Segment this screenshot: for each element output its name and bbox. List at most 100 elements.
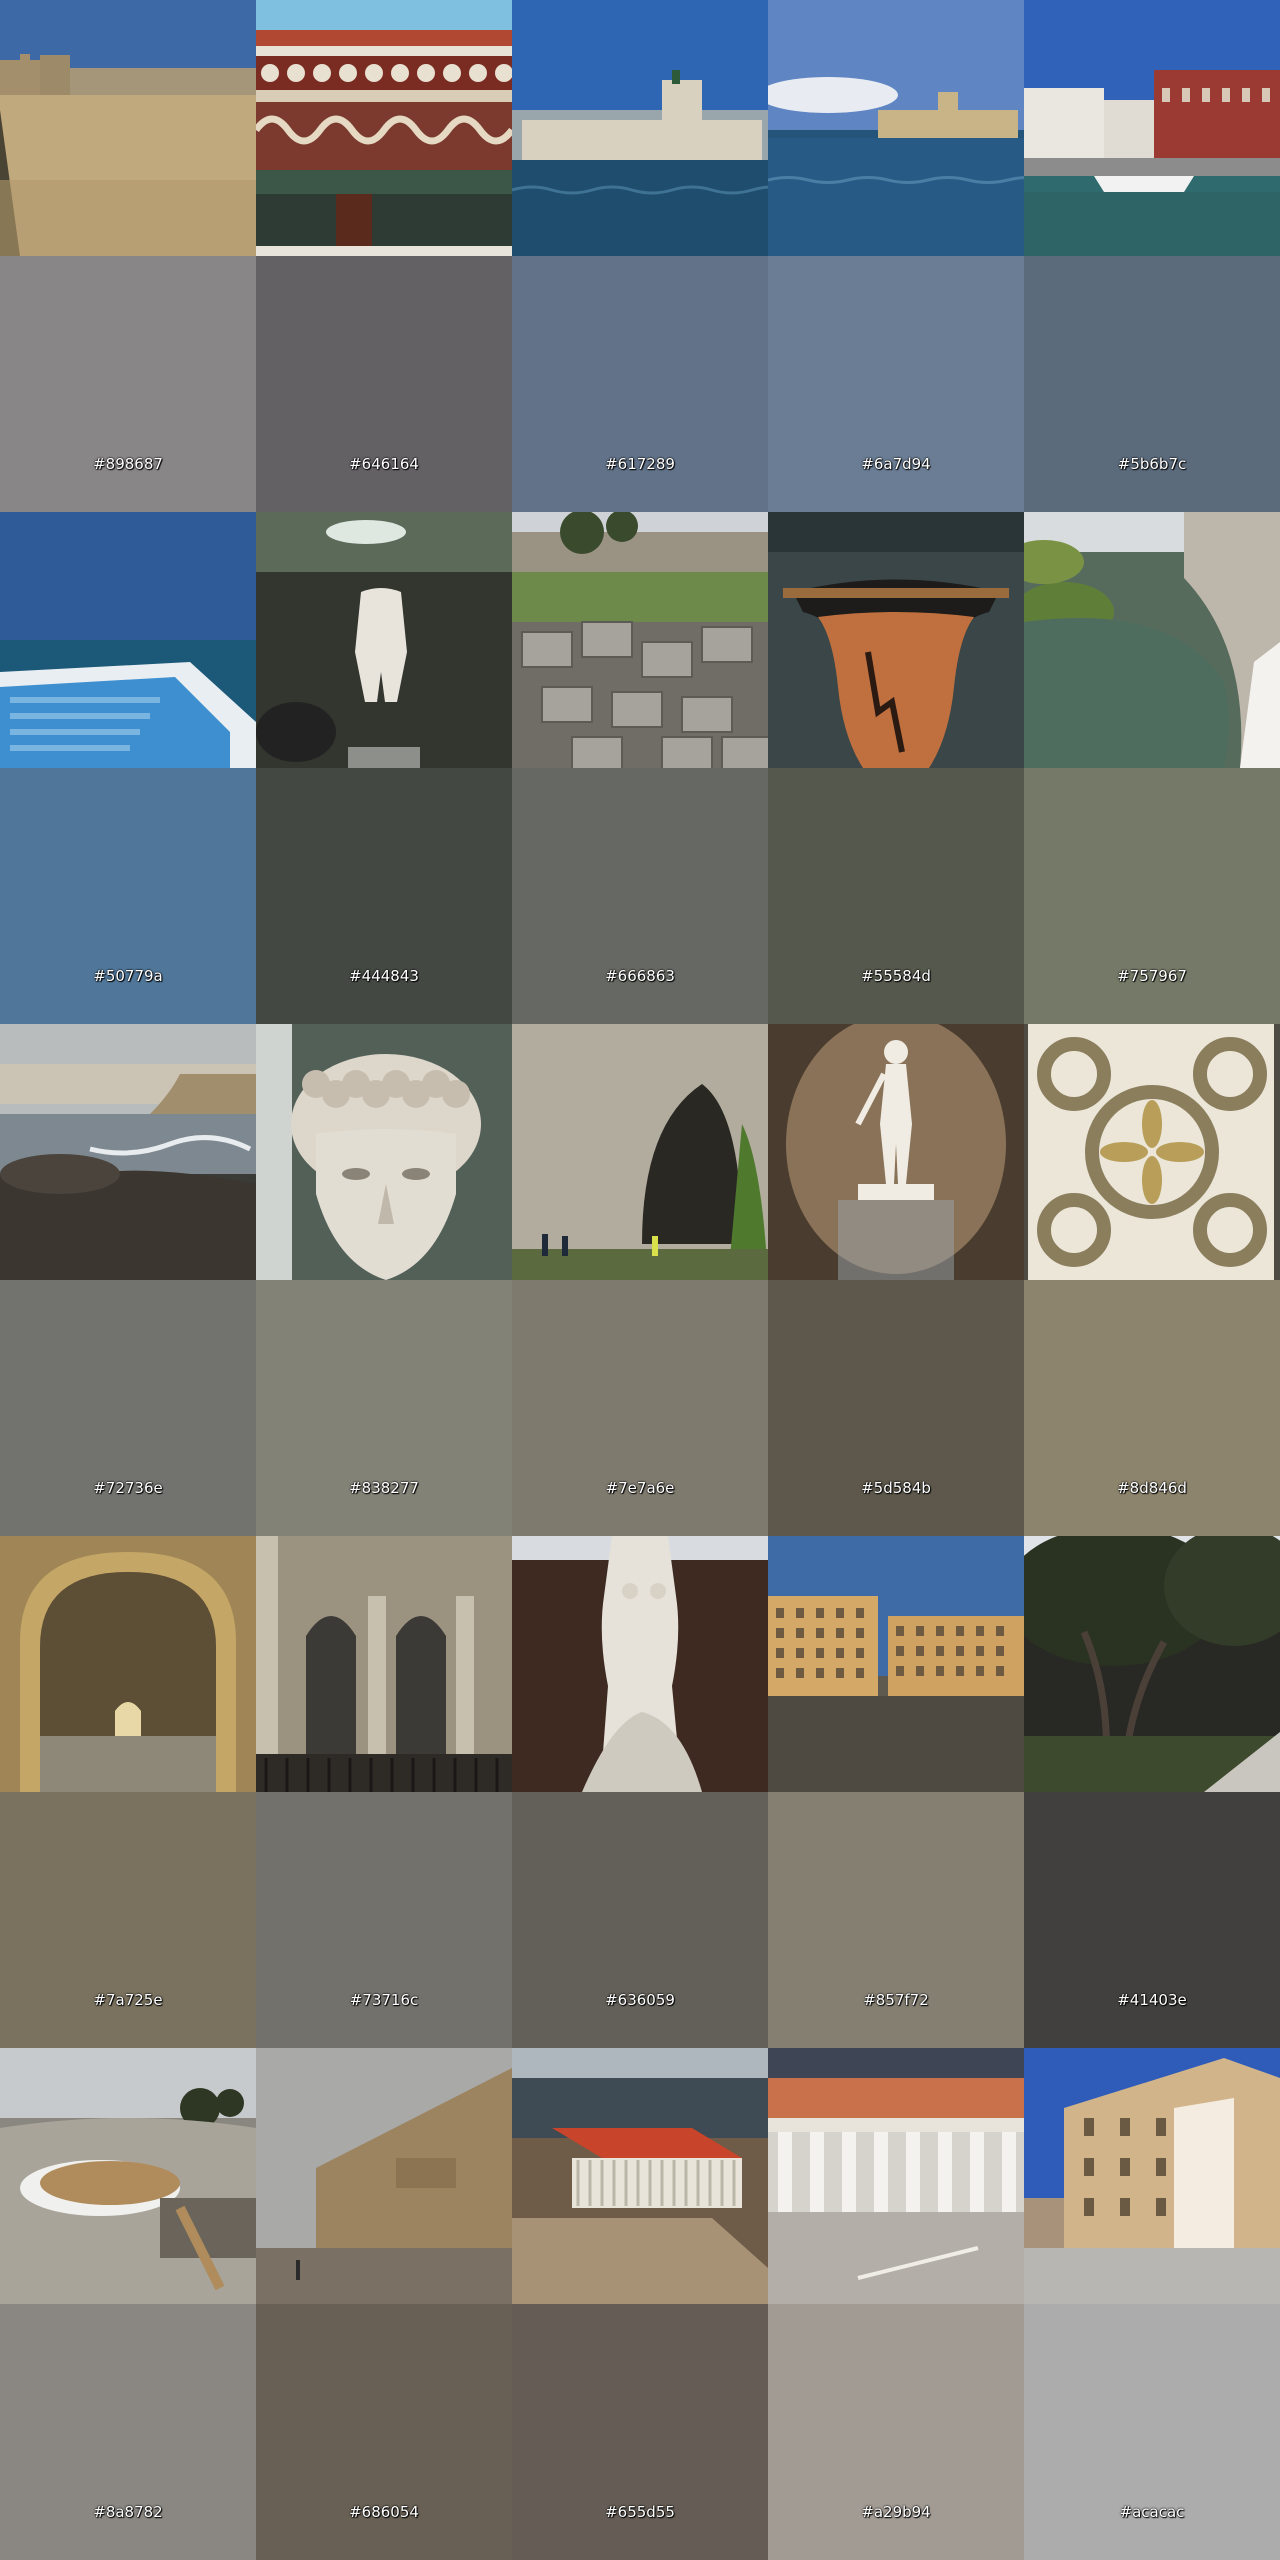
palette-tile: #857f72 xyxy=(768,1536,1024,2048)
head-photo xyxy=(256,1024,512,1280)
color-swatch: #857f72 xyxy=(768,1792,1024,2048)
color-swatch: #757967 xyxy=(1024,768,1280,1024)
palette-tile: #8d846d xyxy=(1024,1024,1280,1536)
colonnade-photo xyxy=(768,2048,1024,2304)
mosaic-photo xyxy=(1024,1024,1280,1280)
hex-code-label: #655d55 xyxy=(605,2503,675,2521)
palette-tile: #a29b94 xyxy=(768,2048,1024,2560)
piazza-photo xyxy=(768,1536,1024,1792)
palette-tile: #acacac xyxy=(1024,2048,1280,2560)
hex-code-label: #636059 xyxy=(605,1991,675,2009)
hex-code-label: #838277 xyxy=(349,1479,419,1497)
palette-tile: #646164 xyxy=(256,0,512,512)
color-swatch: #6a7d94 xyxy=(768,256,1024,512)
hex-code-label: #617289 xyxy=(605,455,675,473)
color-swatch: #50779a xyxy=(0,768,256,1024)
color-swatch: #636059 xyxy=(512,1792,768,2048)
hex-code-label: #7e7a6e xyxy=(605,1479,675,1497)
pool-photo xyxy=(1024,512,1280,768)
color-swatch: #617289 xyxy=(512,256,768,512)
palette-tile: #686054 xyxy=(256,2048,512,2560)
hex-code-label: #41403e xyxy=(1117,1991,1187,2009)
hex-code-label: #7a725e xyxy=(93,1991,163,2009)
hex-code-label: #50779a xyxy=(93,967,163,985)
palette-tile: #8a8782 xyxy=(0,2048,256,2560)
hex-code-label: #5d584b xyxy=(861,1479,931,1497)
statue-photo xyxy=(768,1024,1024,1280)
color-swatch: #acacac xyxy=(1024,2304,1280,2560)
hex-code-label: #72736e xyxy=(93,1479,163,1497)
palette-tile: #6a7d94 xyxy=(768,0,1024,512)
trees-photo xyxy=(1024,1536,1280,1792)
palette-tile: #5b6b7c xyxy=(1024,0,1280,512)
temple-model-photo xyxy=(512,2048,768,2304)
hex-code-label: #8a8782 xyxy=(93,2503,163,2521)
palette-tile: #757967 xyxy=(1024,512,1280,1024)
hex-code-label: #686054 xyxy=(349,2503,419,2521)
palette-tile: #838277 xyxy=(256,1024,512,1536)
color-swatch: #7e7a6e xyxy=(512,1280,768,1536)
palazzo-photo xyxy=(1024,2048,1280,2304)
color-swatch: #41403e xyxy=(1024,1792,1280,2048)
hex-code-label: #444843 xyxy=(349,967,419,985)
palette-tile: #898687 xyxy=(0,0,256,512)
palette-tile: #73716c xyxy=(256,1536,512,2048)
palette-tile: #636059 xyxy=(512,1536,768,2048)
color-swatch: #646164 xyxy=(256,256,512,512)
hex-code-label: #a29b94 xyxy=(861,2503,931,2521)
color-swatch: #686054 xyxy=(256,2304,512,2560)
arch-photo xyxy=(0,1536,256,1792)
palette-tile: #55584d xyxy=(768,512,1024,1024)
vase-photo xyxy=(768,512,1024,768)
color-swatch: #73716c xyxy=(256,1792,512,2048)
statue-photo xyxy=(256,512,512,768)
harbor-photo xyxy=(1024,0,1280,256)
color-swatch: #72736e xyxy=(0,1280,256,1536)
frieze-photo xyxy=(256,0,512,256)
hex-code-label: #898687 xyxy=(93,455,163,473)
church-wall-photo xyxy=(256,2048,512,2304)
hex-code-label: #55584d xyxy=(861,967,931,985)
palette-tile: #666863 xyxy=(512,512,768,1024)
distant-castle-photo xyxy=(768,0,1024,256)
hex-code-label: #757967 xyxy=(1117,967,1187,985)
color-swatch: #7a725e xyxy=(0,1792,256,2048)
palette-tile: #444843 xyxy=(256,512,512,1024)
hex-code-label: #646164 xyxy=(349,455,419,473)
color-swatch: #444843 xyxy=(256,768,512,1024)
color-swatch: #5d584b xyxy=(768,1280,1024,1536)
color-swatch: #8d846d xyxy=(1024,1280,1280,1536)
coast-photo xyxy=(0,1024,256,1280)
hex-code-label: #5b6b7c xyxy=(1117,455,1187,473)
color-swatch: #898687 xyxy=(0,256,256,512)
palette-tile: #72736e xyxy=(0,1024,256,1536)
color-swatch: #55584d xyxy=(768,768,1024,1024)
color-swatch: #8a8782 xyxy=(0,2304,256,2560)
boat-photo xyxy=(0,512,256,768)
hex-code-label: #666863 xyxy=(605,967,675,985)
palette-tile: #655d55 xyxy=(512,2048,768,2560)
photo-palette-grid: #898687 #646164 #617289 #6a7d94 #5b6b7c … xyxy=(0,0,1280,2560)
color-swatch: #a29b94 xyxy=(768,2304,1024,2560)
color-swatch: #655d55 xyxy=(512,2304,768,2560)
palette-tile: #617289 xyxy=(512,0,768,512)
color-swatch: #5b6b7c xyxy=(1024,256,1280,512)
hex-code-label: #8d846d xyxy=(1117,1479,1187,1497)
cathedral-photo xyxy=(256,1536,512,1792)
palette-tile: #7e7a6e xyxy=(512,1024,768,1536)
cave-photo xyxy=(512,1024,768,1280)
palette-tile: #5d584b xyxy=(768,1024,1024,1536)
palette-tile: #50779a xyxy=(0,512,256,1024)
hex-code-label: #857f72 xyxy=(863,1991,929,2009)
theater-photo xyxy=(0,2048,256,2304)
palette-tile: #41403e xyxy=(1024,1536,1280,2048)
color-swatch: #838277 xyxy=(256,1280,512,1536)
venus-statue-photo xyxy=(512,1536,768,1792)
hex-code-label: #73716c xyxy=(349,1991,419,2009)
hex-code-label: #acacac xyxy=(1119,2503,1185,2521)
sea-castle-photo xyxy=(512,0,768,256)
ruins-photo xyxy=(512,512,768,768)
hex-code-label: #6a7d94 xyxy=(861,455,931,473)
color-swatch: #666863 xyxy=(512,768,768,1024)
fortress-photo xyxy=(0,0,256,256)
